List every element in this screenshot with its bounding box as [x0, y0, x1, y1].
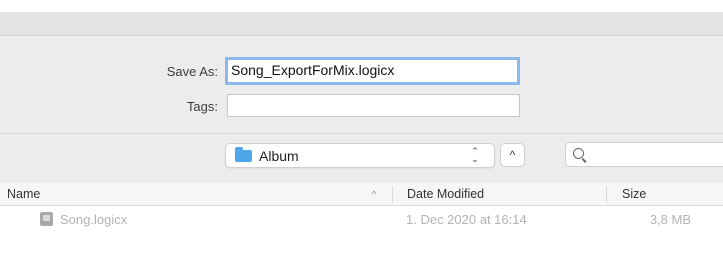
search-icon — [573, 148, 584, 159]
divider — [0, 133, 723, 134]
column-header-row: Name ^ Date Modified Size — [0, 183, 723, 206]
column-header-date-modified[interactable]: Date Modified — [407, 187, 484, 201]
location-popup[interactable]: Album ⌃ ⌄ — [225, 143, 495, 168]
collapse-button[interactable]: ^ — [500, 143, 525, 167]
logic-project-file-icon — [40, 212, 53, 226]
file-name: Song.logicx — [60, 212, 128, 227]
folder-icon — [235, 147, 252, 162]
window-edge — [0, 0, 723, 12]
file-list: Name ^ Date Modified Size Song.logicx 1.… — [0, 183, 723, 258]
column-header-size[interactable]: Size — [622, 187, 646, 201]
location-label: Album — [259, 148, 299, 164]
dialog-chrome — [0, 12, 723, 36]
file-date-modified: 1. Dec 2020 at 16:14 — [406, 212, 527, 227]
column-separator[interactable] — [392, 186, 393, 203]
save-as-input[interactable]: Song_ExportForMix.logicx — [225, 57, 520, 85]
search-input[interactable] — [565, 142, 723, 167]
save-as-label: Save As: — [166, 64, 218, 79]
updown-chevrons-icon: ⌃ ⌄ — [471, 146, 479, 164]
file-size: 3,8 MB — [649, 212, 691, 227]
column-header-name[interactable]: Name — [7, 187, 40, 201]
save-dialog: Save As: Song_ExportForMix.logicx Tags: … — [0, 0, 723, 258]
tags-input[interactable] — [227, 94, 520, 117]
sort-ascending-icon: ^ — [372, 189, 377, 199]
column-separator[interactable] — [606, 186, 607, 203]
tags-label: Tags: — [186, 99, 218, 114]
chevron-up-icon: ^ — [509, 148, 516, 162]
table-row: Song.logicx 1. Dec 2020 at 16:14 3,8 MB — [0, 207, 723, 231]
